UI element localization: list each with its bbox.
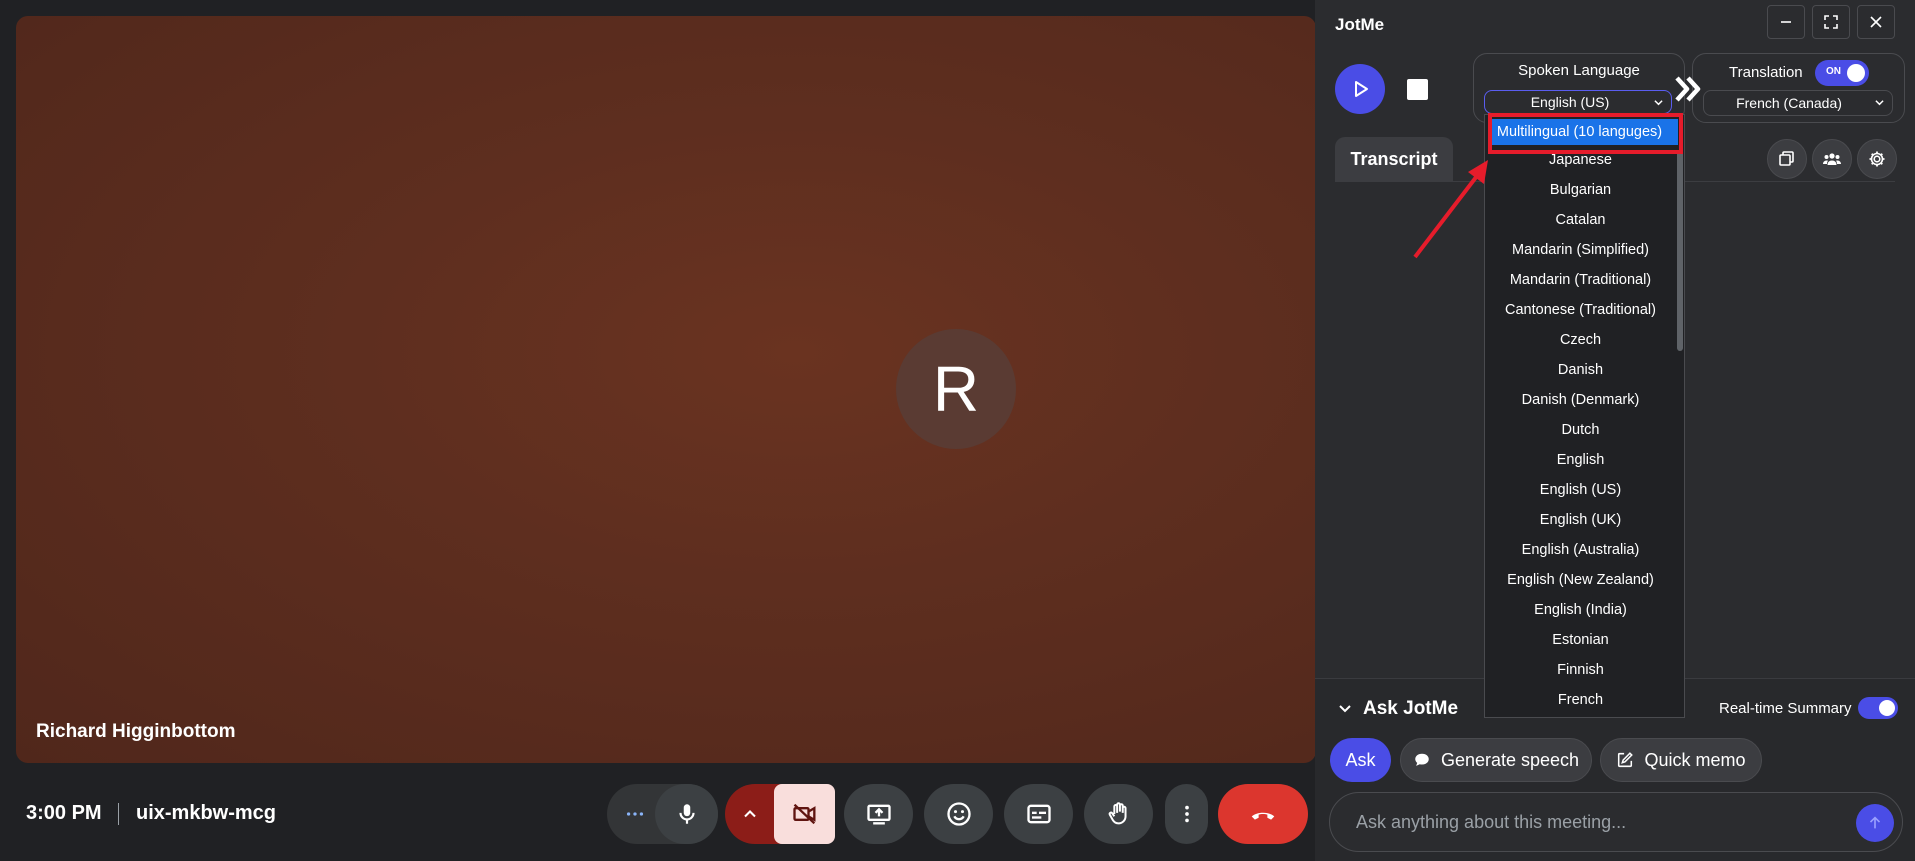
ask-jotme-header: Ask JotMe	[1363, 698, 1459, 719]
close-button[interactable]	[1857, 5, 1895, 39]
dropdown-option[interactable]: Czech	[1485, 325, 1684, 355]
dropdown-option[interactable]: Mandarin (Simplified)	[1485, 235, 1684, 265]
realtime-summary-toggle[interactable]	[1858, 697, 1898, 719]
panel-title: JotMe	[1335, 15, 1385, 34]
hang-up-icon	[1251, 812, 1275, 820]
participant-video-tile: R Richard Higginbottom	[16, 16, 1316, 763]
more-vertical-icon	[1184, 805, 1189, 823]
group-icon	[1823, 153, 1841, 165]
maximize-button[interactable]	[1812, 5, 1850, 39]
spoken-language-dropdown[interactable]: Multilingual (10 languges) Japanese Bulgar…	[1484, 114, 1685, 718]
present-screen-icon	[866, 804, 891, 825]
chevron-down-icon[interactable]	[1337, 701, 1353, 717]
generate-speech-button[interactable]: Generate speech	[1400, 738, 1592, 782]
meeting-code: uix-mkbw-mcg	[136, 802, 277, 824]
dropdown-option[interactable]: Danish	[1485, 355, 1684, 385]
camera-options-button[interactable]	[725, 784, 775, 844]
camera-control-group	[725, 784, 835, 844]
ask-input-placeholder: Ask anything about this meeting...	[1356, 812, 1627, 832]
spoken-language-value: English (US)	[1530, 94, 1610, 110]
settings-button[interactable]	[1857, 139, 1897, 179]
more-horizontal-icon	[626, 812, 643, 816]
translation-label: Translation	[1729, 64, 1803, 81]
participant-avatar: R	[896, 329, 1016, 449]
translation-toggle[interactable]: ON	[1815, 60, 1869, 86]
toggle-knob	[1847, 64, 1865, 82]
toggle-on-text: ON	[1826, 66, 1841, 77]
camera-off-icon	[792, 803, 815, 825]
participant-name: Richard Higginbottom	[36, 721, 236, 742]
dropdown-option[interactable]: English (Australia)	[1485, 535, 1684, 565]
leave-call-button[interactable]	[1218, 784, 1308, 844]
send-button[interactable]	[1856, 804, 1894, 842]
ask-button-label: Ask	[1345, 749, 1376, 770]
minimize-icon	[1781, 21, 1791, 23]
captions-button[interactable]	[1004, 784, 1073, 844]
dropdown-option[interactable]: Bulgarian	[1485, 175, 1684, 205]
chevron-up-icon	[744, 810, 756, 818]
chevron-down-icon	[1875, 100, 1884, 106]
dropdown-option[interactable]: Finnish	[1485, 655, 1684, 685]
microphone-button[interactable]	[655, 784, 718, 844]
translation-box: Translation ON French (Canada)	[1692, 53, 1905, 123]
dropdown-option[interactable]: Estonian	[1485, 625, 1684, 655]
play-icon	[1355, 81, 1368, 97]
captions-icon	[1026, 804, 1051, 824]
dropdown-option[interactable]: English (US)	[1485, 475, 1684, 505]
spoken-language-label: Spoken Language	[1518, 62, 1640, 79]
dropdown-option[interactable]: Danish (Denmark)	[1485, 385, 1684, 415]
speech-bubble-icon	[1415, 753, 1429, 766]
present-screen-button[interactable]	[844, 784, 913, 844]
divider	[118, 803, 119, 825]
dropdown-option[interactable]: English (India)	[1485, 595, 1684, 625]
more-options-vertical-button[interactable]	[1165, 784, 1208, 844]
quick-memo-button[interactable]: Quick memo	[1600, 738, 1762, 782]
fullscreen-icon	[1824, 15, 1838, 29]
ask-button[interactable]: Ask	[1330, 738, 1391, 782]
gear-icon	[1869, 151, 1885, 167]
arrow-up-icon	[1869, 816, 1881, 829]
translation-language-select[interactable]: French (Canada)	[1703, 90, 1893, 116]
edit-icon	[1618, 752, 1634, 768]
minimize-button[interactable]	[1767, 5, 1805, 39]
emoji-icon	[946, 802, 971, 826]
dropdown-option[interactable]: Dutch	[1485, 415, 1684, 445]
spoken-language-select[interactable]: English (US)	[1484, 90, 1672, 114]
meeting-control-bar: 3:00 PM uix-mkbw-mcg	[0, 775, 1315, 861]
stop-button[interactable]	[1407, 79, 1428, 100]
chevron-down-icon	[1654, 100, 1663, 106]
dropdown-option[interactable]: Cantonese (Traditional)	[1485, 295, 1684, 325]
dropdown-option-list: Multilingual (10 languges) Japanese Bulgar…	[1485, 119, 1684, 715]
dropdown-option[interactable]: English (UK)	[1485, 505, 1684, 535]
speakers-button[interactable]	[1812, 139, 1852, 179]
toggle-knob	[1879, 700, 1895, 716]
dropdown-option[interactable]: French	[1485, 685, 1684, 715]
generate-speech-label: Generate speech	[1440, 749, 1580, 770]
realtime-summary-label: Real-time Summary	[1719, 700, 1852, 717]
audio-control-group	[607, 784, 718, 844]
dropdown-option[interactable]: English (New Zealand)	[1485, 565, 1684, 595]
annotation-highlight-box	[1488, 113, 1683, 154]
dropdown-option[interactable]: English	[1485, 445, 1684, 475]
play-button[interactable]	[1335, 64, 1385, 114]
camera-toggle-button[interactable]	[774, 784, 835, 844]
more-options-button[interactable]	[607, 784, 662, 844]
raise-hand-icon	[1108, 802, 1127, 825]
dropdown-scrollbar[interactable]	[1677, 151, 1683, 351]
microphone-icon	[678, 804, 695, 824]
copy-button[interactable]	[1767, 139, 1807, 179]
reactions-button[interactable]	[924, 784, 993, 844]
dropdown-option[interactable]: Catalan	[1485, 205, 1684, 235]
translation-language-value: French (Canada)	[1736, 95, 1842, 111]
double-chevron-right-icon	[1675, 76, 1701, 102]
raise-hand-button[interactable]	[1084, 784, 1153, 844]
screen: R Richard Higginbottom 3:00 PM uix-mkbw-…	[0, 0, 1915, 861]
quick-memo-label: Quick memo	[1644, 749, 1746, 770]
dropdown-option[interactable]: Mandarin (Traditional)	[1485, 265, 1684, 295]
close-icon	[1870, 16, 1882, 28]
copy-icon	[1779, 151, 1794, 166]
ask-input[interactable]: Ask anything about this meeting...	[1329, 792, 1903, 852]
annotation-arrow-icon	[1413, 160, 1488, 259]
meeting-time: 3:00 PM	[26, 802, 102, 824]
